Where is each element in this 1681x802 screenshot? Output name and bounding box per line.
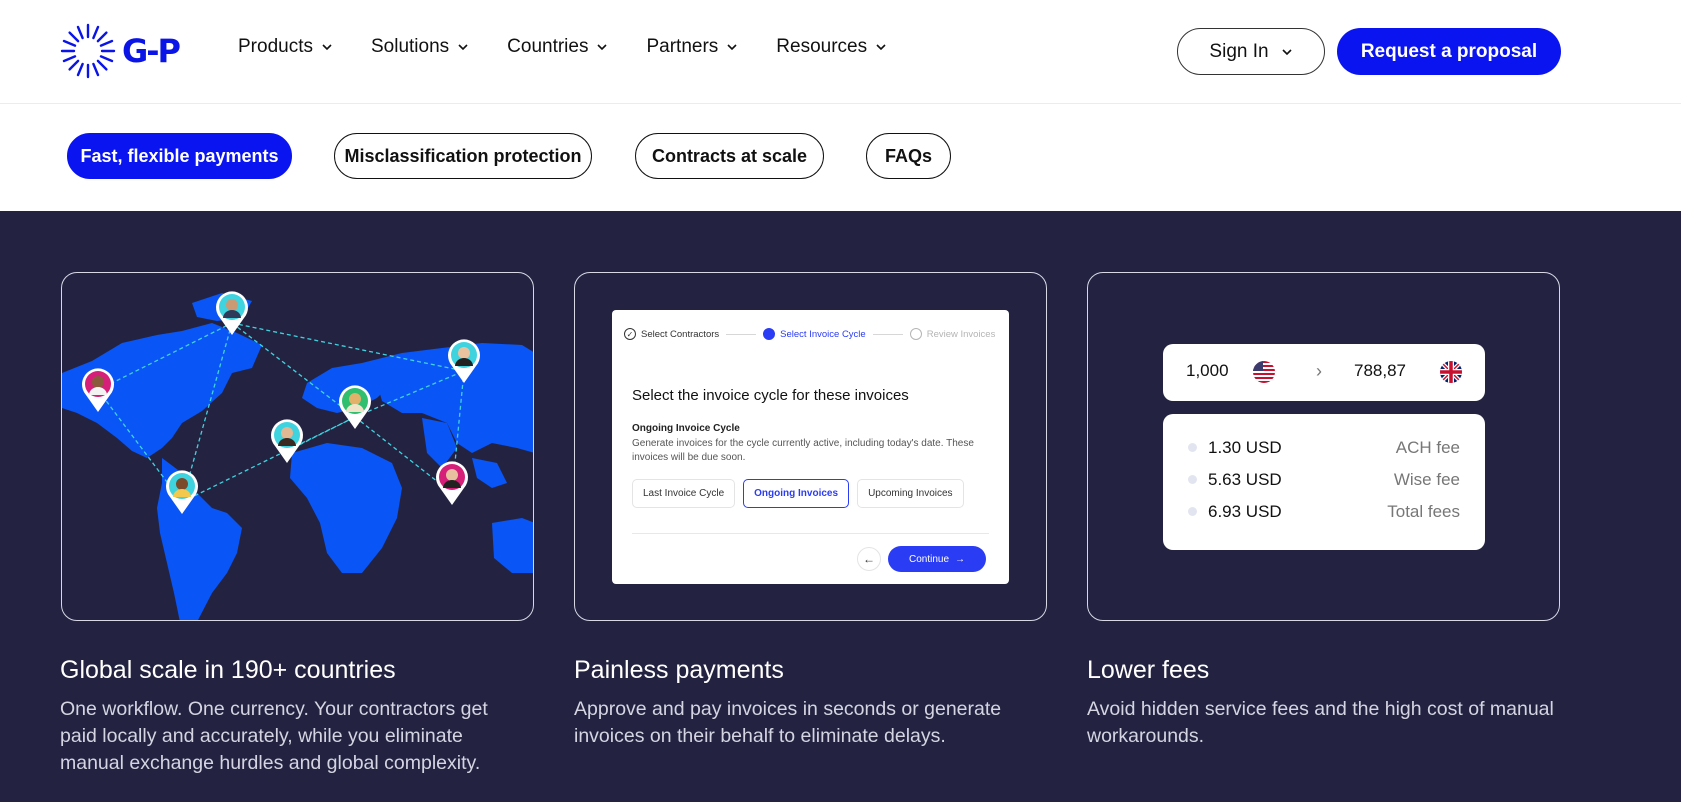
uk-flag-icon: [1440, 361, 1462, 383]
arrow-right-icon: →: [955, 553, 966, 565]
fee-amount: 1.30 USD: [1208, 438, 1282, 457]
section-tabs: Fast, flexible payments Misclassificatio…: [0, 104, 1681, 211]
fee-label: ACH fee: [1395, 438, 1460, 457]
chevron-down-icon: [727, 44, 737, 51]
us-flag-icon: [1253, 361, 1275, 383]
lower-fees-card: 1,000 › 788,87 1.30 USD ACH fee 5.63 USD…: [1087, 272, 1560, 621]
nav-solutions[interactable]: Solutions: [371, 36, 469, 58]
features-section: Global scale in 190+ countries One workf…: [0, 211, 1681, 802]
to-amount: 788,87: [1354, 361, 1406, 380]
nav-products-label: Products: [238, 36, 313, 57]
invoice-cycle-panel: ✓ Select Contractors Select Invoice Cycl…: [612, 310, 1009, 584]
current-step-icon: [763, 328, 776, 340]
nav-solutions-label: Solutions: [370, 36, 450, 57]
step-label: Select Invoice Cycle: [780, 328, 866, 340]
logo[interactable]: G-P: [60, 23, 181, 79]
tab-fast-payments[interactable]: Fast, flexible payments: [67, 133, 292, 179]
continue-label: Continue: [908, 553, 950, 565]
invoice-option-desc: Generate invoices for the cycle currentl…: [632, 438, 974, 463]
chevron-down-icon: [322, 44, 332, 51]
chevron-down-icon: [1282, 48, 1292, 55]
fee-amount: 5.63 USD: [1208, 470, 1282, 489]
sign-in-label: Sign In: [1209, 40, 1269, 62]
nav-products[interactable]: Products: [238, 36, 333, 58]
nav-countries[interactable]: Countries: [507, 36, 608, 58]
tab-faqs[interactable]: FAQs: [866, 133, 951, 179]
chevron-down-icon: [458, 44, 468, 51]
logo-text: G-P: [122, 32, 181, 70]
divider: [632, 533, 989, 534]
fee-row: 1.30 USD ACH fee: [1163, 436, 1485, 460]
fee-label: Total fees: [1387, 502, 1460, 521]
step-divider: [872, 333, 903, 335]
back-arrow-icon[interactable]: ←: [857, 547, 881, 571]
chevron-right-icon: ›: [1316, 361, 1322, 381]
card-desc-global: One workflow. One currency. Your contrac…: [60, 698, 488, 774]
card-title-global: Global scale in 190+ countries: [60, 656, 396, 684]
last-invoice-cycle-option[interactable]: Last Invoice Cycle: [632, 479, 736, 508]
global-scale-card: [61, 272, 534, 621]
pending-step-icon: [909, 328, 922, 340]
step-divider: [726, 333, 757, 335]
painless-payments-card: ✓ Select Contractors Select Invoice Cycl…: [574, 272, 1047, 621]
nav-partners[interactable]: Partners: [646, 36, 738, 58]
card-desc-fees: Avoid hidden service fees and the high c…: [1087, 698, 1554, 747]
check-icon: ✓: [624, 328, 636, 340]
fee-amount: 6.93 USD: [1208, 502, 1282, 521]
chevron-down-icon: [876, 44, 886, 51]
invoice-steps: ✓ Select Contractors Select Invoice Cycl…: [624, 327, 1004, 341]
currency-conversion: 1,000 › 788,87: [1163, 344, 1485, 401]
step-label: Select Contractors: [641, 328, 720, 340]
invoice-cycle-options: Last Invoice Cycle Ongoing Invoices Upco…: [632, 479, 964, 508]
bullet-icon: [1188, 443, 1197, 452]
bullet-icon: [1188, 475, 1197, 484]
bullet-icon: [1188, 507, 1197, 516]
nav-countries-label: Countries: [507, 36, 589, 57]
world-map: [62, 291, 533, 620]
upcoming-invoices-option[interactable]: Upcoming Invoices: [857, 479, 964, 508]
tab-misclassification[interactable]: Misclassification protection: [334, 133, 592, 179]
fee-row: 6.93 USD Total fees: [1163, 500, 1485, 524]
card-desc-payments: Approve and pay invoices in seconds or g…: [574, 698, 1002, 747]
sign-in-button[interactable]: Sign In: [1177, 28, 1325, 75]
nav-resources[interactable]: Resources: [776, 36, 887, 58]
site-header: G-P Products Solutions Countries Partner…: [0, 0, 1681, 104]
step-review-invoices: Review Invoices: [909, 328, 996, 340]
fee-breakdown: 1.30 USD ACH fee 5.63 USD Wise fee 6.93 …: [1163, 414, 1485, 550]
fee-label: Wise fee: [1393, 470, 1460, 489]
chevron-down-icon: [597, 44, 608, 51]
nav-resources-label: Resources: [776, 36, 868, 57]
tab-contracts[interactable]: Contracts at scale: [635, 133, 824, 179]
main-nav: Products Solutions Countries Partners Re…: [238, 36, 925, 58]
invoice-option-heading: Ongoing Invoice Cycle: [632, 423, 740, 434]
step-select-invoice-cycle: Select Invoice Cycle: [763, 328, 866, 340]
invoice-panel-title: Select the invoice cycle for these invoi…: [632, 387, 909, 404]
continue-button[interactable]: Continue →: [888, 546, 986, 572]
step-select-contractors: ✓ Select Contractors: [624, 328, 719, 340]
request-proposal-button[interactable]: Request a proposal: [1337, 28, 1561, 75]
ongoing-invoices-option[interactable]: Ongoing Invoices: [743, 479, 850, 508]
pin-avatar: [436, 461, 468, 505]
card-title-payments: Painless payments: [574, 656, 784, 684]
card-title-fees: Lower fees: [1087, 656, 1210, 684]
step-label: Review Invoices: [926, 328, 996, 340]
fee-row: 5.63 USD Wise fee: [1163, 468, 1485, 492]
from-amount: 1,000: [1186, 361, 1229, 380]
nav-partners-label: Partners: [646, 36, 719, 57]
sunburst-icon: [60, 23, 116, 79]
